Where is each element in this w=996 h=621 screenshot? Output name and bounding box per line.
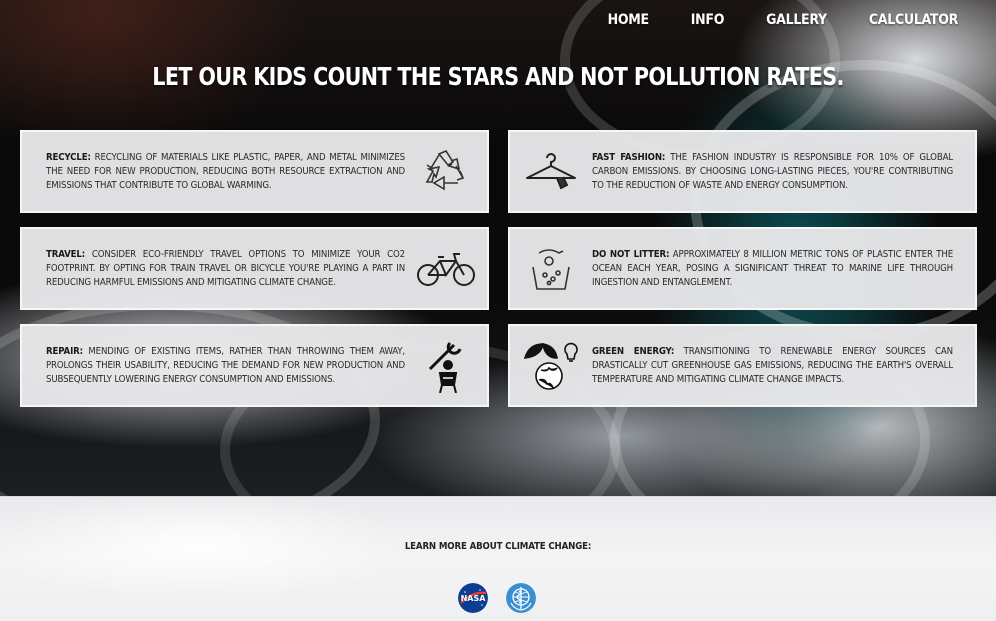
card-body: RECYCLING OF MATERIALS LIKE PLASTIC, PAP… xyxy=(46,151,405,191)
hero-background: HOME INFO GALLERY CALCULATOR LET OUR KID… xyxy=(0,0,996,496)
card-title: GREEN ENERGY: xyxy=(592,345,675,357)
card-title: DO NOT LITTER: xyxy=(592,248,670,260)
nasa-logo-text: NASA xyxy=(461,594,487,603)
who-logo[interactable] xyxy=(506,583,536,613)
card-title: TRAVEL: xyxy=(46,248,86,260)
card-body: CONSIDER ECO-FRIENDLY TRAVEL OPTIONS TO … xyxy=(46,248,405,288)
logo-row: NASA xyxy=(458,583,554,613)
nav-gallery[interactable]: GALLERY xyxy=(766,12,827,28)
litter-bin-icon xyxy=(520,238,582,300)
card-recycle: RECYCLE: RECYCLING OF MATERIALS LIKE PLA… xyxy=(20,130,489,213)
card-text: DO NOT LITTER: APPROXIMATELY 8 MILLION M… xyxy=(592,248,953,290)
nav-home[interactable]: HOME xyxy=(608,12,650,28)
card-title: RECYCLE: xyxy=(46,151,91,163)
top-nav: HOME INFO GALLERY CALCULATOR xyxy=(566,12,959,28)
hanger-icon xyxy=(520,141,582,203)
learn-more-heading: LEARN MORE ABOUT CLIMATE CHANGE: xyxy=(404,541,592,552)
card-text: TRAVEL: CONSIDER ECO-FRIENDLY TRAVEL OPT… xyxy=(46,248,405,290)
page-headline: LET OUR KIDS COUNT THE STARS AND NOT POL… xyxy=(152,62,844,91)
card-text: GREEN ENERGY: TRANSITIONING TO RENEWABLE… xyxy=(592,345,953,387)
footer: LEARN MORE ABOUT CLIMATE CHANGE: NASA xyxy=(0,496,996,621)
wrench-worker-icon xyxy=(415,335,477,397)
card-repair: REPAIR: MENDING OF EXISTING ITEMS, RATHE… xyxy=(20,324,489,407)
recycle-icon xyxy=(415,141,477,203)
card-text: REPAIR: MENDING OF EXISTING ITEMS, RATHE… xyxy=(46,345,405,387)
card-title: REPAIR: xyxy=(46,345,83,357)
card-body: MENDING OF EXISTING ITEMS, RATHER THAN T… xyxy=(46,345,406,385)
nav-calculator[interactable]: CALCULATOR xyxy=(869,12,958,28)
nasa-logo[interactable]: NASA xyxy=(458,583,488,613)
card-fast-fashion: FAST FASHION: THE FASHION INDUSTRY IS RE… xyxy=(508,130,977,213)
card-text: FAST FASHION: THE FASHION INDUSTRY IS RE… xyxy=(592,151,953,193)
card-travel: TRAVEL: CONSIDER ECO-FRIENDLY TRAVEL OPT… xyxy=(20,227,489,310)
card-title: FAST FASHION: xyxy=(592,151,666,163)
earth-leaf-bulb-icon xyxy=(520,335,582,397)
card-text: RECYCLE: RECYCLING OF MATERIALS LIKE PLA… xyxy=(46,151,405,193)
card-green-energy: GREEN ENERGY: TRANSITIONING TO RENEWABLE… xyxy=(508,324,977,407)
card-do-not-litter: DO NOT LITTER: APPROXIMATELY 8 MILLION M… xyxy=(508,227,977,310)
nav-info[interactable]: INFO xyxy=(691,12,725,28)
bicycle-icon xyxy=(415,238,477,300)
